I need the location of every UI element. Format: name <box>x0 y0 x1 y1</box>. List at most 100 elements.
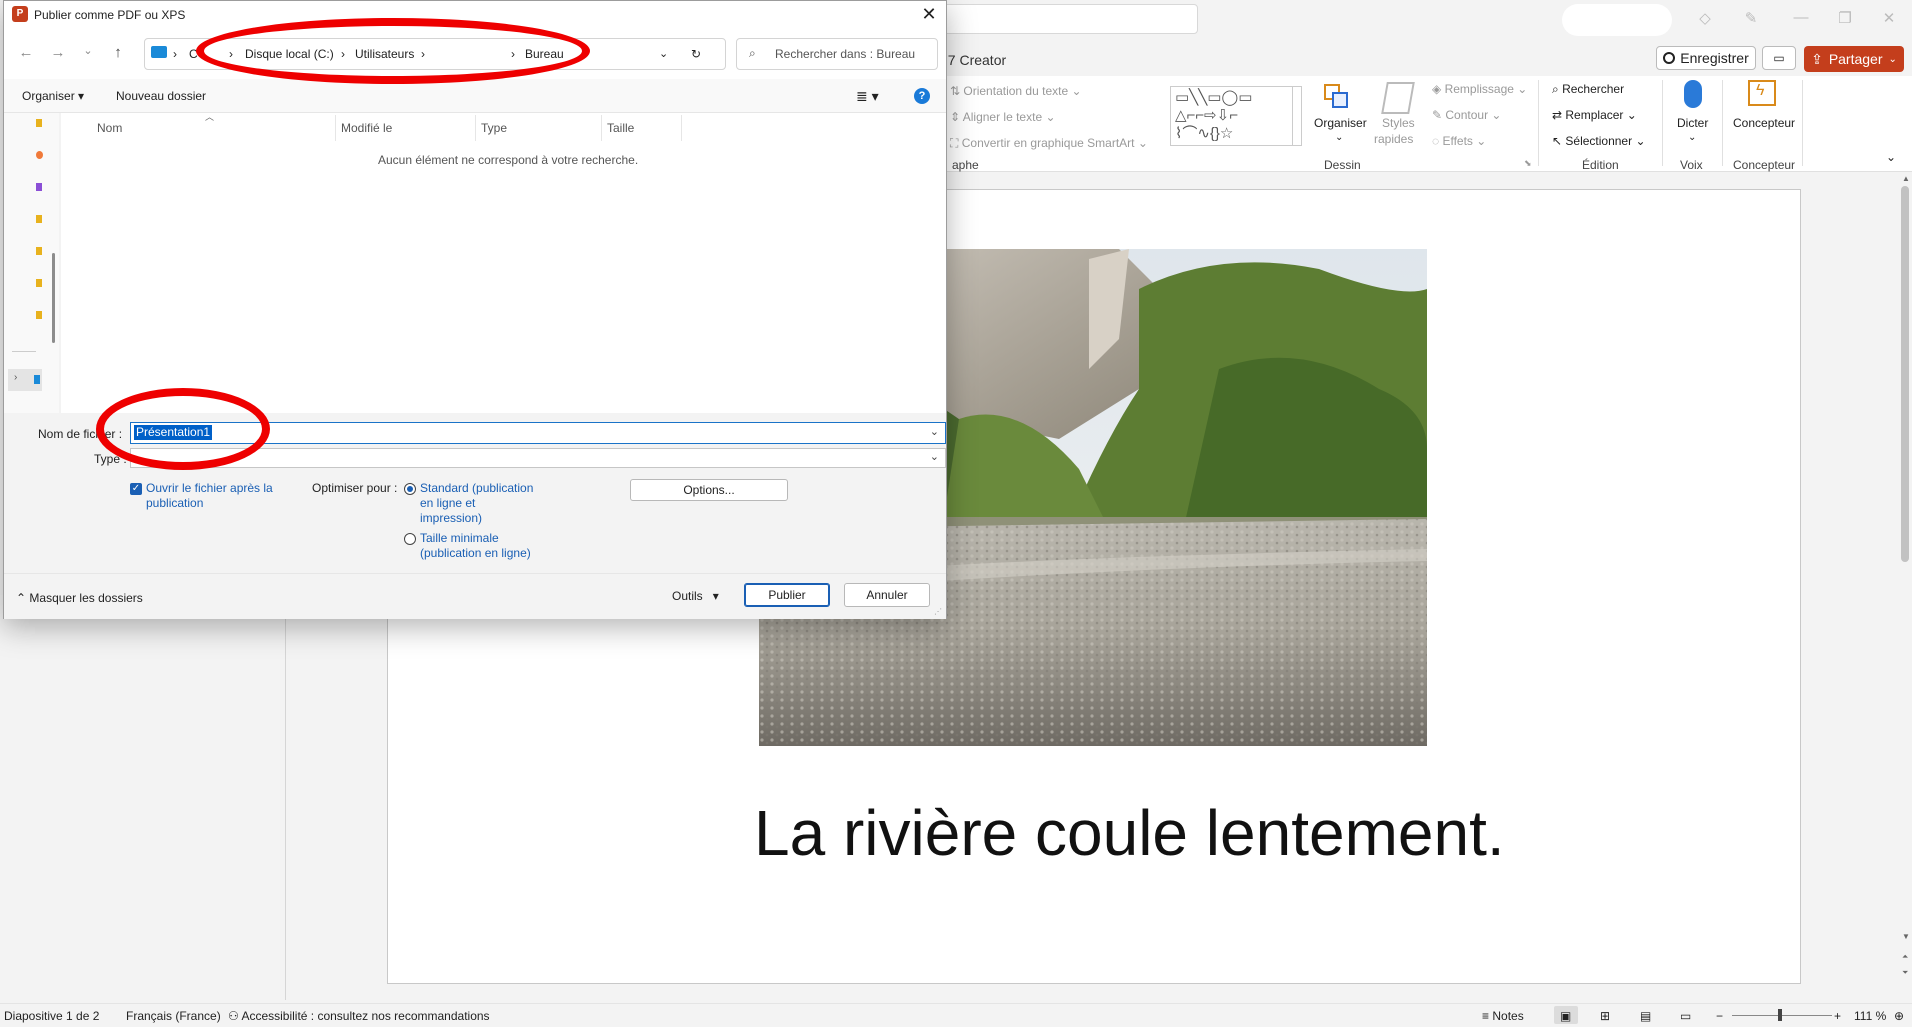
scrollbar-thumb[interactable] <box>1901 186 1909 562</box>
help-icon[interactable]: ? <box>914 88 930 104</box>
nav-pane-scrollbar[interactable] <box>52 253 55 343</box>
column-separator[interactable] <box>601 115 602 141</box>
nav-item-this-pc[interactable]: › <box>8 369 42 391</box>
tools-label: Outils <box>672 589 703 603</box>
view-options-icon[interactable]: ≣ ▾ <box>856 88 879 105</box>
save-button[interactable]: Enregistrer <box>1656 46 1756 70</box>
up-folder-icon[interactable]: ↑ <box>108 44 128 64</box>
column-header-size[interactable]: Taille <box>607 121 634 135</box>
effects-button[interactable]: ◌ Effets ⌄ <box>1432 134 1486 148</box>
open-after-line-2: publication <box>146 496 204 510</box>
align-text-button[interactable]: ⇕ Aligner le texte ⌄ <box>950 110 1056 124</box>
pen-icon[interactable]: ✎ <box>1736 9 1766 31</box>
normal-view-icon: ▣ <box>1560 1009 1572 1023</box>
back-arrow-icon[interactable]: ← <box>16 44 36 64</box>
app-icon <box>36 183 42 191</box>
breadcrumb-item[interactable]: Utilisateurs <box>355 47 414 61</box>
microphone-icon <box>1684 80 1702 108</box>
chevron-down-icon: ⌄ <box>1335 132 1344 143</box>
designer-icon: ϟ <box>1748 80 1776 106</box>
replace-button[interactable]: ⇄ Remplacer ⌄ <box>1552 108 1637 122</box>
file-list[interactable]: ︿ Nom Modifié le Type Taille Aucun éléme… <box>61 112 946 413</box>
address-bar[interactable]: › C › Disque local (C:) › Utilisateurs ›… <box>144 38 726 70</box>
column-header-modified[interactable]: Modifié le <box>341 121 392 135</box>
standard-option-label[interactable]: Standard (publication en ligne et impres… <box>420 481 533 526</box>
notes-button[interactable]: ≡ Notes <box>1482 1009 1524 1023</box>
breadcrumb-item[interactable]: Bureau <box>525 47 564 61</box>
comment-button[interactable]: ▭ <box>1762 46 1796 70</box>
minimal-size-label[interactable]: Taille minimale (publication en ligne) <box>420 531 531 561</box>
language-indicator[interactable]: Français (France) <box>126 1009 221 1023</box>
replace-label: Remplacer <box>1565 108 1624 122</box>
filetype-select[interactable]: ⌄ <box>130 448 946 468</box>
search-bar[interactable]: ⌕ Rechercher dans : Bureau <box>736 38 938 70</box>
next-slide-icon[interactable]: ⏷ <box>1902 968 1908 978</box>
previous-slide-icon[interactable]: ⏶ <box>1902 952 1908 962</box>
reading-view-icon[interactable]: ▤ <box>1640 1009 1651 1023</box>
accessibility-button[interactable]: ⚇ Accessibilité : consultez nos recomman… <box>228 1009 490 1023</box>
ribbon-separator <box>1662 80 1663 166</box>
quick-styles-label-2[interactable]: rapides <box>1374 132 1413 146</box>
gallery-scroll[interactable] <box>1292 86 1304 146</box>
shapes-gallery[interactable]: ▭╲╲▭◯▭ △⌐⌐⇨⇩⌐ ⌇⌒∿{}☆ <box>1170 86 1302 146</box>
open-after-publish-label[interactable]: Ouvrir le fichier après la publication <box>146 481 273 511</box>
filename-field[interactable]: Présentation1 ⌄ <box>130 422 946 444</box>
collapse-ribbon-icon[interactable]: ⌄ <box>1886 150 1896 164</box>
ppt-search-box[interactable] <box>940 4 1198 34</box>
outline-button[interactable]: ✎ Contour ⌄ <box>1432 108 1501 122</box>
zoom-in-icon[interactable]: + <box>1834 1009 1841 1023</box>
window-close-icon[interactable]: ✕ <box>1874 9 1904 31</box>
zoom-slider[interactable] <box>1732 1015 1832 1016</box>
recent-locations-icon[interactable]: ⌄ <box>78 44 98 64</box>
dialog-launcher-icon[interactable]: ⬊ <box>1524 158 1532 169</box>
resize-grip-icon[interactable]: ⋰ <box>934 607 942 616</box>
navigation-pane[interactable]: › <box>4 113 59 413</box>
options-button[interactable]: Options... <box>630 479 788 501</box>
organize-label: Organiser <box>22 89 75 103</box>
quick-styles-label-1[interactable]: Styles <box>1382 116 1415 130</box>
cancel-button[interactable]: Annuler <box>844 583 930 607</box>
publish-button[interactable]: Publier <box>744 583 830 607</box>
column-header-type[interactable]: Type <box>481 121 507 135</box>
minimal-size-radio[interactable] <box>404 533 416 545</box>
fill-button[interactable]: ◈ Remplissage ⌄ <box>1432 82 1527 96</box>
account-avatar[interactable] <box>1562 4 1672 36</box>
column-separator[interactable] <box>335 115 336 141</box>
column-separator[interactable] <box>681 115 682 141</box>
dictate-label[interactable]: Dicter <box>1677 116 1708 130</box>
zoom-level[interactable]: 111 % <box>1854 1009 1886 1023</box>
breadcrumb-item[interactable]: Disque local (C:) <box>245 47 334 61</box>
smartart-button[interactable]: ⛶ Convertir en graphique SmartArt ⌄ <box>950 136 1148 151</box>
hide-folders-button[interactable]: ⌃ Masquer les dossiers <box>16 591 143 605</box>
share-button[interactable]: ⇪ Partager ⌄ <box>1804 46 1904 72</box>
tools-button[interactable]: Outils ▾ <box>672 589 719 603</box>
designer-button-label[interactable]: Concepteur <box>1733 116 1795 130</box>
sort-ascending-icon: ︿ <box>205 112 215 122</box>
organize-button[interactable]: Organiser ▾ <box>22 89 84 103</box>
column-separator[interactable] <box>475 115 476 141</box>
minimize-icon[interactable]: — <box>1786 9 1816 31</box>
slide-sorter-icon[interactable]: ⊞ <box>1600 1009 1610 1023</box>
select-button[interactable]: ↖ Sélectionner ⌄ <box>1552 134 1646 148</box>
maximize-icon[interactable]: ❐ <box>1830 9 1860 31</box>
slideshow-icon[interactable]: ▭ <box>1680 1009 1691 1023</box>
forward-arrow-icon[interactable]: → <box>48 44 68 64</box>
zoom-slider-thumb[interactable] <box>1778 1009 1782 1021</box>
slide-caption[interactable]: La rivière coule lentement. <box>754 796 1505 870</box>
arrange-label[interactable]: Organiser <box>1314 116 1367 130</box>
premium-icon[interactable]: ◇ <box>1690 9 1720 31</box>
column-header-name[interactable]: Nom <box>97 121 122 135</box>
new-folder-button[interactable]: Nouveau dossier <box>116 89 206 103</box>
zoom-out-icon[interactable]: − <box>1716 1009 1723 1023</box>
scroll-down-icon[interactable]: ▼ <box>1902 932 1910 941</box>
scroll-up-icon[interactable]: ▲ <box>1902 174 1910 183</box>
dialog-close-icon[interactable]: ✕ <box>916 3 942 27</box>
refresh-icon[interactable]: ↻ <box>691 47 701 61</box>
open-after-publish-checkbox[interactable]: ✓ <box>130 483 142 495</box>
address-history-chevron-icon[interactable]: ⌄ <box>659 47 668 60</box>
standard-radio[interactable] <box>404 483 416 495</box>
fit-to-window-icon[interactable]: ⊕ <box>1894 1009 1904 1023</box>
text-direction-button[interactable]: ⇅ Orientation du texte ⌄ <box>950 84 1082 98</box>
find-button[interactable]: ⌕ Rechercher <box>1552 82 1624 97</box>
breadcrumb-item[interactable]: C <box>189 47 198 61</box>
